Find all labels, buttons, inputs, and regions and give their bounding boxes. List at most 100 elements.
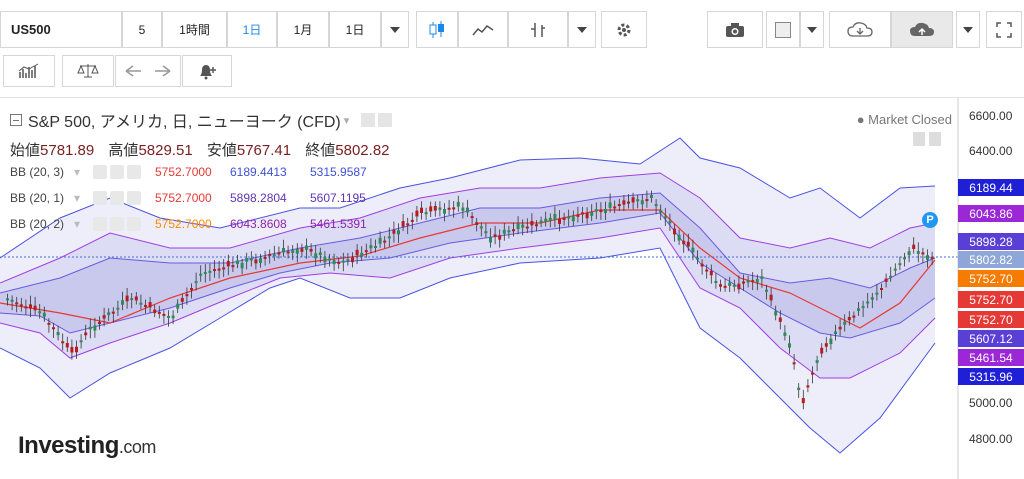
candle-body <box>696 257 699 260</box>
visibility-icon[interactable] <box>93 191 107 205</box>
candle-body <box>346 259 350 262</box>
candle-body <box>190 288 193 290</box>
bb-lower-value: 5607.1195 <box>310 191 366 205</box>
candle-body <box>88 326 92 330</box>
event-badge[interactable]: P <box>922 212 938 228</box>
close-icon[interactable] <box>127 217 141 231</box>
candle-body <box>29 304 32 309</box>
candle-body <box>93 325 97 331</box>
candle-body <box>231 265 235 268</box>
candle-body <box>590 211 594 216</box>
candle-body <box>686 241 690 247</box>
candlestick-type-button[interactable] <box>416 11 458 48</box>
candle-body <box>585 212 589 219</box>
interval-1d-button-active[interactable]: 1日 <box>227 11 277 48</box>
price-tag: 5461.54 <box>958 349 1024 366</box>
scroll-down-icon[interactable] <box>913 132 925 146</box>
candle-body <box>539 220 543 224</box>
candle-body <box>383 240 387 243</box>
candle-body <box>213 269 216 272</box>
price-tag: 5607.12 <box>958 330 1024 347</box>
candle-body <box>65 343 69 348</box>
candle-body <box>512 229 515 232</box>
cloud-upload-button[interactable] <box>891 11 953 48</box>
visibility-icon[interactable] <box>361 113 376 127</box>
candle-body <box>493 234 497 237</box>
candle-body <box>654 204 658 207</box>
bb-upper-value: 6189.4413 <box>230 165 287 179</box>
low-label: 安値 <box>206 142 237 159</box>
candle-body <box>571 215 575 222</box>
chevron-down-icon[interactable]: ▾ <box>74 191 90 205</box>
fullscreen-button[interactable] <box>986 11 1022 48</box>
settings-small-icon[interactable] <box>378 113 393 127</box>
visibility-icon[interactable] <box>93 165 107 179</box>
candle-body <box>797 387 801 391</box>
interval-1m-button[interactable]: 1月 <box>277 11 329 48</box>
candle-body <box>410 219 414 222</box>
candle-body <box>268 253 272 256</box>
bb-upper-value: 6043.8608 <box>230 217 287 231</box>
chart-type-dropdown[interactable] <box>568 11 596 48</box>
candle-body <box>912 244 916 249</box>
high-value: 5829.51 <box>138 142 193 159</box>
candle-body <box>438 207 442 210</box>
screenshot-button[interactable] <box>707 11 763 48</box>
color-picker-button[interactable] <box>766 11 800 48</box>
candle-body <box>208 270 212 273</box>
y-tick-5000: 5000.00 <box>969 396 1013 410</box>
indicators-button[interactable] <box>3 55 55 87</box>
settings-small-icon[interactable] <box>110 165 124 179</box>
candle-body <box>387 236 391 239</box>
ohlc-bar-icon <box>531 22 545 37</box>
bar-type-button[interactable] <box>508 11 568 48</box>
cloud-dropdown[interactable] <box>956 11 980 48</box>
price-tag: 5802.82 <box>958 251 1024 268</box>
candle-body <box>452 207 456 210</box>
candle-body <box>33 305 37 311</box>
chevron-down-icon[interactable]: ▾ <box>344 114 350 127</box>
candle-body <box>765 289 768 292</box>
candle-body <box>732 284 736 287</box>
line-type-button[interactable] <box>458 11 508 48</box>
scroll-up-icon[interactable] <box>929 132 941 146</box>
close-icon[interactable] <box>127 191 141 205</box>
candle-body <box>530 221 534 226</box>
settings-small-icon[interactable] <box>110 217 124 231</box>
candle-body <box>700 263 704 267</box>
visibility-icon[interactable] <box>93 217 107 231</box>
add-alert-button[interactable] <box>182 55 232 87</box>
cloud-download-button[interactable] <box>829 11 891 48</box>
indicator-name: BB (20, 2) <box>10 217 65 231</box>
collapse-icon[interactable] <box>10 114 22 126</box>
candle-body <box>507 230 511 233</box>
price-tag: 6189.44 <box>958 179 1024 196</box>
price-chart[interactable]: S&P 500, アメリカ, 日, ニューヨーク (CFD) ▾ 始値5781.… <box>0 97 1024 479</box>
interval-1d-button[interactable]: 1日 <box>329 11 381 48</box>
ohlc-readout: 始値5781.89 高値5829.51 安値5767.41 終値5802.82 <box>10 139 400 160</box>
symbol-field[interactable]: US500 <box>0 11 122 48</box>
chevron-down-icon[interactable]: ▾ <box>74 217 90 231</box>
color-dropdown[interactable] <box>800 11 824 48</box>
candle-body <box>38 311 42 314</box>
close-icon[interactable] <box>127 165 141 179</box>
low-value: 5767.41 <box>236 142 292 159</box>
bell-plus-icon <box>200 65 216 80</box>
settings-small-icon[interactable] <box>110 191 124 205</box>
settings-button[interactable] <box>601 11 647 48</box>
candle-body <box>364 250 368 253</box>
interval-dropdown-button[interactable] <box>381 11 409 48</box>
interval-1h-button[interactable]: 1時間 <box>162 11 227 48</box>
candle-body <box>650 194 653 198</box>
chevron-down-icon[interactable]: ▾ <box>74 165 90 179</box>
candle-body <box>861 306 865 309</box>
candle-body <box>176 303 180 309</box>
compare-button[interactable] <box>62 55 114 87</box>
secondary-toolbar <box>0 55 1024 89</box>
interval-5-button[interactable]: 5 <box>122 11 162 48</box>
chevron-down-icon <box>963 26 973 33</box>
candle-body <box>521 224 525 228</box>
close-label: 終値 <box>305 142 336 159</box>
price-tag: 5752.70 <box>958 291 1024 308</box>
camera-icon <box>726 22 744 37</box>
